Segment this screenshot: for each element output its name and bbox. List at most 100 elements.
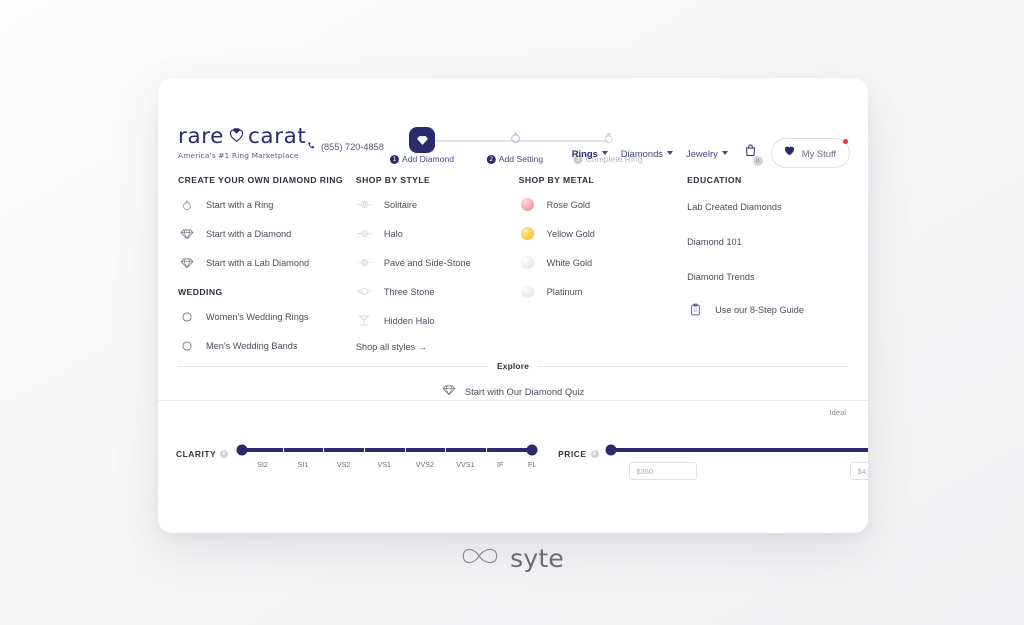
- nav-label-rings: Rings: [571, 147, 598, 159]
- menu-item-diamond-trends[interactable]: Diamond Trends: [687, 267, 848, 285]
- menu-label: Lab Created Diamonds: [687, 202, 782, 213]
- wedding-band-icon: [178, 339, 195, 353]
- price-min-input[interactable]: $350: [628, 462, 697, 480]
- logo-text-rare: rare: [178, 123, 225, 149]
- diamond-outline-icon: [178, 227, 195, 241]
- info-icon[interactable]: i: [220, 450, 229, 458]
- menu-item-halo[interactable]: Halo: [356, 226, 519, 241]
- top-navigation: Rings Diamonds Jewelry 0 My Stuff: [572, 138, 850, 168]
- clarity-slider-track[interactable]: [236, 444, 538, 456]
- ring-outline-icon: [178, 198, 195, 212]
- menu-item-three-stone[interactable]: Three Stone: [356, 284, 519, 299]
- rare-carat-logo[interactable]: rare carat America's #1 Ring Marketplace: [178, 124, 306, 160]
- three-stone-ring-icon: [356, 285, 373, 298]
- price-input-group: $350 $4,000,000: [611, 462, 868, 480]
- menu-item-start-with-a-ring[interactable]: Start with a Ring: [178, 197, 356, 212]
- menu-item-white-gold[interactable]: White Gold: [519, 255, 687, 270]
- pave-ring-icon: [356, 256, 373, 269]
- syte-footer: syte: [0, 543, 1024, 574]
- step-2-label: Add Setting: [498, 154, 544, 164]
- menu-item-platinum[interactable]: Platinum: [519, 284, 687, 299]
- clarity-tick: SI1: [297, 460, 309, 469]
- menu-label: White Gold: [546, 257, 593, 268]
- menu-label: Platinum: [546, 286, 583, 297]
- chevron-down-icon: [721, 151, 728, 155]
- my-stuff-label: My Stuff: [801, 147, 836, 159]
- menu-item-lab-created-diamonds[interactable]: Lab Created Diamonds: [687, 197, 848, 215]
- menu-label: Start with a Lab Diamond: [206, 257, 310, 268]
- clarity-tick: VVS2: [415, 460, 435, 469]
- rose-gold-swatch-icon: [519, 198, 536, 212]
- nav-label-jewelry: Jewelry: [686, 147, 718, 159]
- clarity-tick: VS2: [336, 460, 351, 469]
- menu-item-8-step-guide[interactable]: Use our 8-Step Guide: [687, 302, 848, 317]
- notification-dot: [843, 139, 848, 144]
- column-heading-metal: SHOP BY METAL: [518, 175, 595, 185]
- nav-item-jewelry[interactable]: Jewelry: [686, 148, 728, 159]
- menu-item-start-with-a-diamond[interactable]: Start with a Diamond: [178, 226, 356, 241]
- explore-title: Explore: [496, 361, 530, 371]
- menu-label: Diamond 101: [687, 237, 742, 248]
- yellow-gold-swatch-icon: [519, 227, 536, 241]
- menu-label: Solitaire: [383, 199, 418, 210]
- syte-logo-text: syte: [510, 544, 564, 573]
- menu-column-education: EDUCATION Lab Created Diamonds Diamond 1…: [687, 174, 848, 368]
- info-icon[interactable]: i: [590, 450, 599, 458]
- price-max-input[interactable]: $4,000,000: [849, 462, 868, 480]
- shop-all-styles-link[interactable]: Shop all styles →: [356, 342, 519, 352]
- menu-item-solitaire[interactable]: Solitaire: [356, 197, 519, 212]
- menu-item-womens-wedding-rings[interactable]: Women's Wedding Rings: [178, 310, 356, 325]
- clipboard-icon: [687, 303, 704, 316]
- diamond-quiz-link[interactable]: Start with Our Diamond Quiz: [178, 383, 848, 399]
- clarity-filter: CLARITY i SI2 SI1 VS2 VS1 VVS2 VVS1 IF F…: [176, 433, 538, 480]
- my-stuff-button[interactable]: My Stuff: [770, 138, 850, 168]
- step-add-setting[interactable]: 2 Add Setting: [486, 126, 543, 164]
- mega-menu: CREATE YOUR OWN DIAMOND RING Start with …: [158, 174, 868, 368]
- menu-item-hidden-halo[interactable]: Hidden Halo: [356, 313, 519, 328]
- price-slider-track[interactable]: [605, 444, 868, 456]
- menu-column-shop-by-metal: SHOP BY METAL Rose Gold Yellow Gold Whit…: [519, 174, 687, 368]
- price-min-handle[interactable]: [605, 444, 616, 456]
- cart-button[interactable]: 0: [743, 143, 763, 166]
- menu-item-rose-gold[interactable]: Rose Gold: [519, 197, 687, 212]
- menu-label: Women's Wedding Rings: [206, 312, 309, 323]
- nav-item-rings[interactable]: Rings: [572, 148, 608, 159]
- price-label: PRICE: [558, 449, 587, 459]
- menu-column-create-your-own: CREATE YOUR OWN DIAMOND RING Start with …: [178, 174, 356, 368]
- logo-tagline: America's #1 Ring Marketplace: [178, 151, 299, 160]
- diamond-outline-icon: [442, 383, 456, 399]
- clarity-max-handle[interactable]: [526, 444, 538, 456]
- diamond-quiz-label: Start with Our Diamond Quiz: [464, 385, 585, 397]
- clarity-slider[interactable]: SI2 SI1 VS2 VS1 VVS2 VVS1 IF FL: [236, 433, 538, 474]
- lab-diamond-outline-icon: [178, 256, 195, 270]
- step-add-diamond[interactable]: 1 Add Diamond: [389, 126, 454, 164]
- menu-item-mens-wedding-bands[interactable]: Men's Wedding Bands: [178, 339, 356, 354]
- price-filter: PRICE i $350 $4,000,000: [558, 433, 868, 480]
- divider-line-right: [538, 365, 848, 367]
- menu-item-pave-and-side-stone[interactable]: Pavé and Side-Stone: [356, 255, 519, 270]
- menu-label: Rose Gold: [546, 199, 591, 210]
- clarity-min-handle[interactable]: [236, 444, 248, 456]
- white-gold-swatch-icon: [519, 256, 536, 270]
- heart-diamond-icon: [228, 124, 245, 149]
- phone-link[interactable]: (855) 720-4858: [306, 141, 384, 153]
- menu-item-yellow-gold[interactable]: Yellow Gold: [519, 226, 687, 241]
- logo-text-carat: carat: [248, 123, 307, 149]
- price-label-group: PRICE i: [558, 449, 599, 459]
- step-2-icon-wrap: [501, 126, 529, 154]
- clarity-label-group: CLARITY i: [176, 449, 229, 459]
- nav-item-diamonds[interactable]: Diamonds: [621, 148, 673, 159]
- clarity-tick: SI2: [257, 460, 268, 469]
- heart-icon: [783, 144, 796, 162]
- wedding-band-icon: [178, 310, 195, 324]
- chevron-down-icon: [667, 151, 673, 155]
- menu-item-diamond-101[interactable]: Diamond 101: [687, 232, 848, 250]
- price-slider[interactable]: $350 $4,000,000: [605, 433, 868, 480]
- divider-line-left: [178, 365, 488, 367]
- ring-icon: [508, 130, 523, 150]
- step-1-number: 1: [389, 154, 399, 164]
- menu-item-start-with-a-lab-diamond[interactable]: Start with a Lab Diamond: [178, 255, 356, 270]
- site-header: rare carat America's #1 Ring Marketplace…: [158, 78, 868, 168]
- column-heading-wedding: WEDDING: [178, 287, 223, 298]
- clarity-tick-labels: SI2 SI1 VS2 VS1 VVS2 VVS1 IF FL: [242, 460, 536, 474]
